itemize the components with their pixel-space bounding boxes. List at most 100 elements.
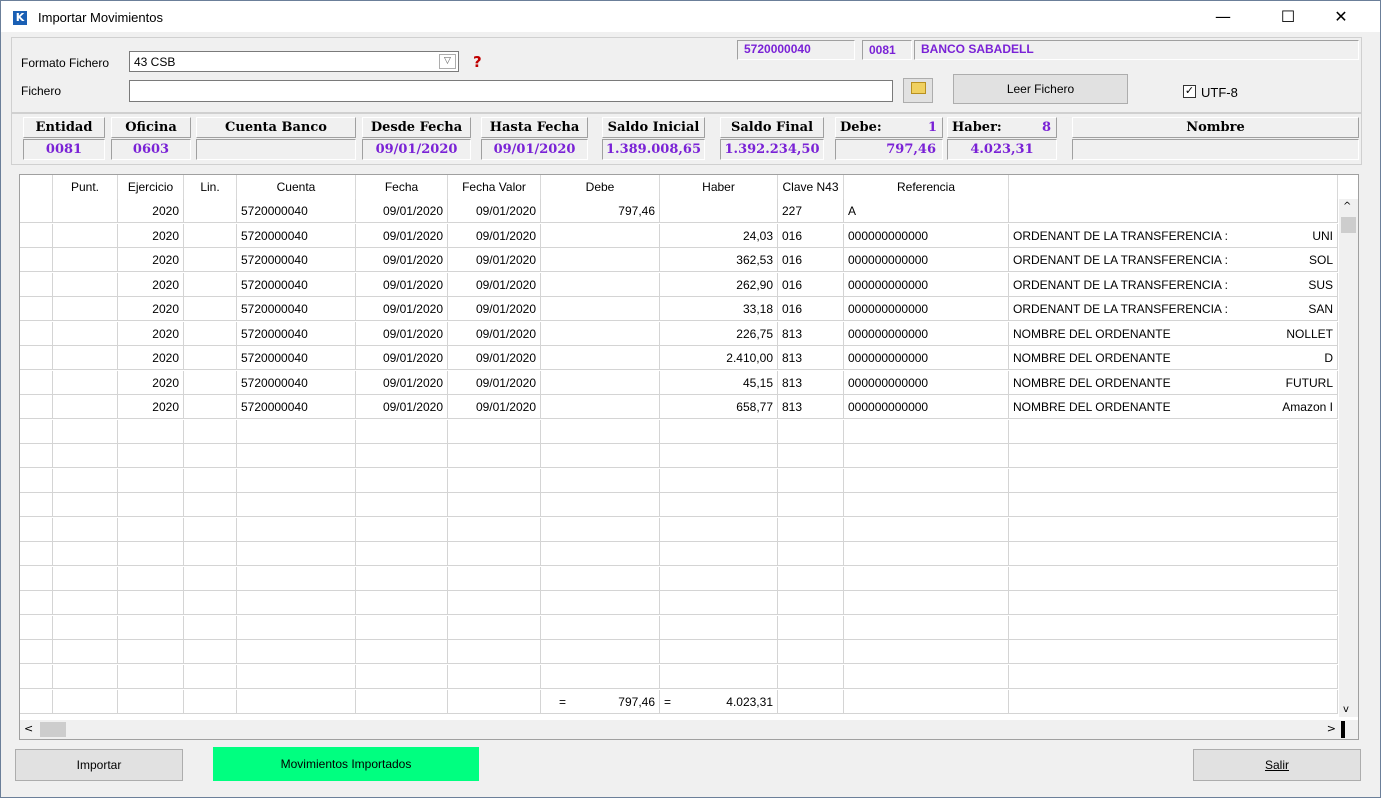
col-concepto[interactable] bbox=[1009, 175, 1338, 199]
empty-row[interactable] bbox=[20, 640, 1338, 664]
scroll-right-icon[interactable]: > bbox=[1327, 722, 1336, 735]
cell-concepto-text: NOMBRE DEL ORDENANTE bbox=[1013, 400, 1171, 414]
empty-row[interactable] bbox=[20, 542, 1338, 566]
importar-button[interactable]: Importar bbox=[15, 749, 183, 781]
table-row[interactable]: 2020 5720000040 09/01/2020 09/01/2020 45,15 8… bbox=[20, 370, 1338, 395]
cuenta-value bbox=[196, 139, 356, 160]
cell bbox=[184, 419, 237, 444]
cell-ref bbox=[844, 615, 1009, 640]
cell-haber: 33,18 bbox=[660, 297, 778, 321]
formato-select[interactable]: 43 CSB ▽ bbox=[129, 51, 459, 72]
empty-row[interactable] bbox=[20, 444, 1338, 468]
totals-cell bbox=[237, 690, 356, 714]
cell-debe bbox=[541, 272, 660, 297]
utf8-checkbox[interactable]: ✓ bbox=[1183, 85, 1196, 98]
table-row[interactable]: 2020 5720000040 09/01/2020 09/01/2020 24,03 0… bbox=[20, 223, 1338, 248]
cell-valor: 09/01/2020 bbox=[448, 395, 541, 419]
cell-ref bbox=[844, 664, 1009, 689]
debe-header: Debe: 1 bbox=[835, 117, 943, 138]
salir-button[interactable]: Salir bbox=[1193, 749, 1361, 781]
cell-debe bbox=[541, 321, 660, 346]
nombre-header: Nombre bbox=[1072, 117, 1359, 138]
empty-row[interactable] bbox=[20, 419, 1338, 444]
empty-row[interactable] bbox=[20, 615, 1338, 640]
col-haber[interactable]: Haber bbox=[660, 175, 778, 199]
cell bbox=[53, 664, 118, 689]
cell bbox=[184, 346, 237, 370]
table-row[interactable]: 2020 5720000040 09/01/2020 09/01/2020 2.410,… bbox=[20, 346, 1338, 370]
col-debe[interactable]: Debe bbox=[541, 175, 660, 199]
cell-valor bbox=[448, 419, 541, 444]
cell bbox=[53, 566, 118, 591]
cell-clave bbox=[778, 542, 844, 566]
cell-debe bbox=[541, 248, 660, 272]
cell bbox=[184, 223, 237, 248]
movements-grid[interactable]: Punt. Ejercicio Lin. Cuenta Fecha Fecha … bbox=[19, 174, 1359, 740]
cell bbox=[53, 419, 118, 444]
table-row[interactable]: 2020 5720000040 09/01/2020 09/01/2020 658,77… bbox=[20, 395, 1338, 419]
chevron-down-icon[interactable]: ▽ bbox=[439, 54, 456, 69]
cell bbox=[184, 640, 237, 664]
vertical-scrollbar[interactable]: ^ v bbox=[1339, 199, 1358, 717]
col-fecha[interactable]: Fecha bbox=[356, 175, 448, 199]
fichero-input[interactable] bbox=[129, 80, 893, 102]
formato-label: Formato Fichero bbox=[21, 56, 110, 70]
cell-ref bbox=[844, 468, 1009, 493]
help-icon[interactable]: ? bbox=[473, 53, 482, 71]
table-row[interactable]: 2020 5720000040 09/01/2020 09/01/2020 33,18 0… bbox=[20, 297, 1338, 321]
cell-clave: 016 bbox=[778, 272, 844, 297]
col-lin[interactable]: Lin. bbox=[184, 175, 237, 199]
horizontal-scrollbar[interactable]: < > bbox=[20, 720, 1358, 739]
cell-cuenta: 5720000040 bbox=[237, 321, 356, 346]
cell-debe bbox=[541, 468, 660, 493]
nombre-value bbox=[1072, 139, 1359, 160]
cell-valor: 09/01/2020 bbox=[448, 248, 541, 272]
table-row[interactable]: 2020 5720000040 09/01/2020 09/01/2020 262,90… bbox=[20, 272, 1338, 297]
empty-row[interactable] bbox=[20, 591, 1338, 615]
cell-concepto-text: ORDENANT DE LA TRANSFERENCIA : bbox=[1013, 277, 1228, 292]
empty-row[interactable] bbox=[20, 493, 1338, 517]
scroll-down-icon[interactable]: v bbox=[1343, 704, 1349, 715]
cell-concepto bbox=[1009, 542, 1338, 566]
title-bar[interactable]: K Importar Movimientos — ☐ ✕ bbox=[1, 1, 1380, 32]
col-punt[interactable]: Punt. bbox=[53, 175, 118, 199]
debe-count: 1 bbox=[927, 120, 937, 135]
empty-row[interactable] bbox=[20, 664, 1338, 689]
cell bbox=[20, 444, 53, 468]
scroll-up-icon[interactable]: ^ bbox=[1343, 201, 1351, 212]
cell-haber: 24,03 bbox=[660, 223, 778, 248]
browse-button[interactable] bbox=[903, 78, 933, 103]
cell-ejercicio: 2020 bbox=[118, 395, 184, 419]
empty-row[interactable] bbox=[20, 566, 1338, 591]
empty-row[interactable] bbox=[20, 468, 1338, 493]
cell-ref bbox=[844, 640, 1009, 664]
row-selector-header bbox=[20, 175, 53, 199]
scroll-left-icon[interactable]: < bbox=[24, 722, 33, 735]
totals-cell bbox=[356, 690, 448, 714]
horizontal-scroll-thumb[interactable] bbox=[40, 722, 66, 737]
close-button[interactable]: ✕ bbox=[1318, 1, 1364, 32]
table-row[interactable]: 2020 5720000040 09/01/2020 09/01/2020 362,53… bbox=[20, 248, 1338, 272]
cell bbox=[20, 321, 53, 346]
col-clave[interactable]: Clave N43 bbox=[778, 175, 844, 199]
col-cuenta[interactable]: Cuenta bbox=[237, 175, 356, 199]
hasta-value: 09/01/2020 bbox=[481, 139, 588, 160]
col-referencia[interactable]: Referencia bbox=[844, 175, 1009, 199]
minimize-button[interactable]: — bbox=[1200, 1, 1246, 32]
cell bbox=[184, 664, 237, 689]
leer-fichero-button[interactable]: Leer Fichero bbox=[953, 74, 1128, 104]
cell-haber bbox=[660, 640, 778, 664]
col-fecha-valor[interactable]: Fecha Valor bbox=[448, 175, 541, 199]
col-ejercicio[interactable]: Ejercicio bbox=[118, 175, 184, 199]
cell bbox=[184, 542, 237, 566]
saldo-final-header: Saldo Final bbox=[720, 117, 824, 138]
table-row[interactable]: 2020 5720000040 09/01/2020 09/01/2020 226,75… bbox=[20, 321, 1338, 346]
cell-valor: 09/01/2020 bbox=[448, 297, 541, 321]
empty-row[interactable] bbox=[20, 517, 1338, 542]
cell-ref: 000000000000 bbox=[844, 370, 1009, 395]
vertical-scroll-thumb[interactable] bbox=[1341, 217, 1356, 233]
maximize-button[interactable]: ☐ bbox=[1265, 1, 1311, 32]
totals-cell bbox=[118, 690, 184, 714]
table-row[interactable]: 2020 5720000040 09/01/2020 09/01/2020 797,46… bbox=[20, 199, 1338, 223]
cell-ejercicio: 2020 bbox=[118, 223, 184, 248]
